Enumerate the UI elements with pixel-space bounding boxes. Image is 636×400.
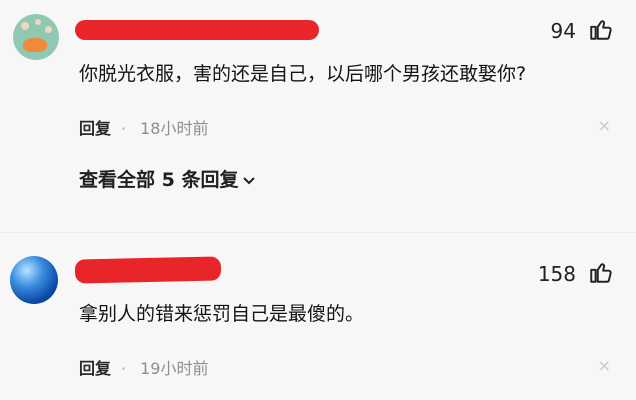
like-count: 94	[550, 19, 576, 43]
comment-meta: 回复 · 18小时前	[79, 115, 208, 139]
comment-text: 你脱光衣服，害的还是自己，以后哪个男孩还敢娶你?	[79, 63, 527, 85]
chevron-down-icon	[243, 176, 256, 184]
comment-time: 18小时前	[140, 119, 209, 138]
thumbs-up-icon[interactable]	[588, 259, 614, 285]
view-all-replies-button[interactable]: 查看全部 5 条回复	[79, 165, 256, 192]
user-avatar[interactable]	[10, 256, 58, 304]
avatar-dot	[35, 19, 41, 25]
reply-button[interactable]: 回复	[79, 119, 111, 138]
avatar-dot	[21, 22, 29, 30]
username-redacted[interactable]	[75, 20, 319, 40]
thumbs-up-icon[interactable]	[588, 16, 614, 42]
meta-separator: ·	[121, 359, 127, 378]
close-icon[interactable]: ×	[598, 116, 611, 135]
avatar-figure	[23, 38, 47, 52]
comment-divider	[0, 232, 636, 233]
comment-text: 拿别人的错来惩罚自己是最傻的。	[79, 303, 365, 325]
like-count: 158	[537, 262, 576, 286]
user-avatar[interactable]	[13, 14, 59, 60]
username-redacted[interactable]	[74, 256, 222, 284]
reply-button[interactable]: 回复	[79, 359, 111, 378]
comment-meta: 回复 · 19小时前	[79, 355, 208, 379]
close-icon[interactable]: ×	[598, 356, 611, 375]
view-all-replies-label: 查看全部 5 条回复	[79, 169, 239, 191]
avatar-dot	[45, 26, 52, 33]
comment-time: 19小时前	[140, 359, 209, 378]
meta-separator: ·	[121, 119, 127, 138]
